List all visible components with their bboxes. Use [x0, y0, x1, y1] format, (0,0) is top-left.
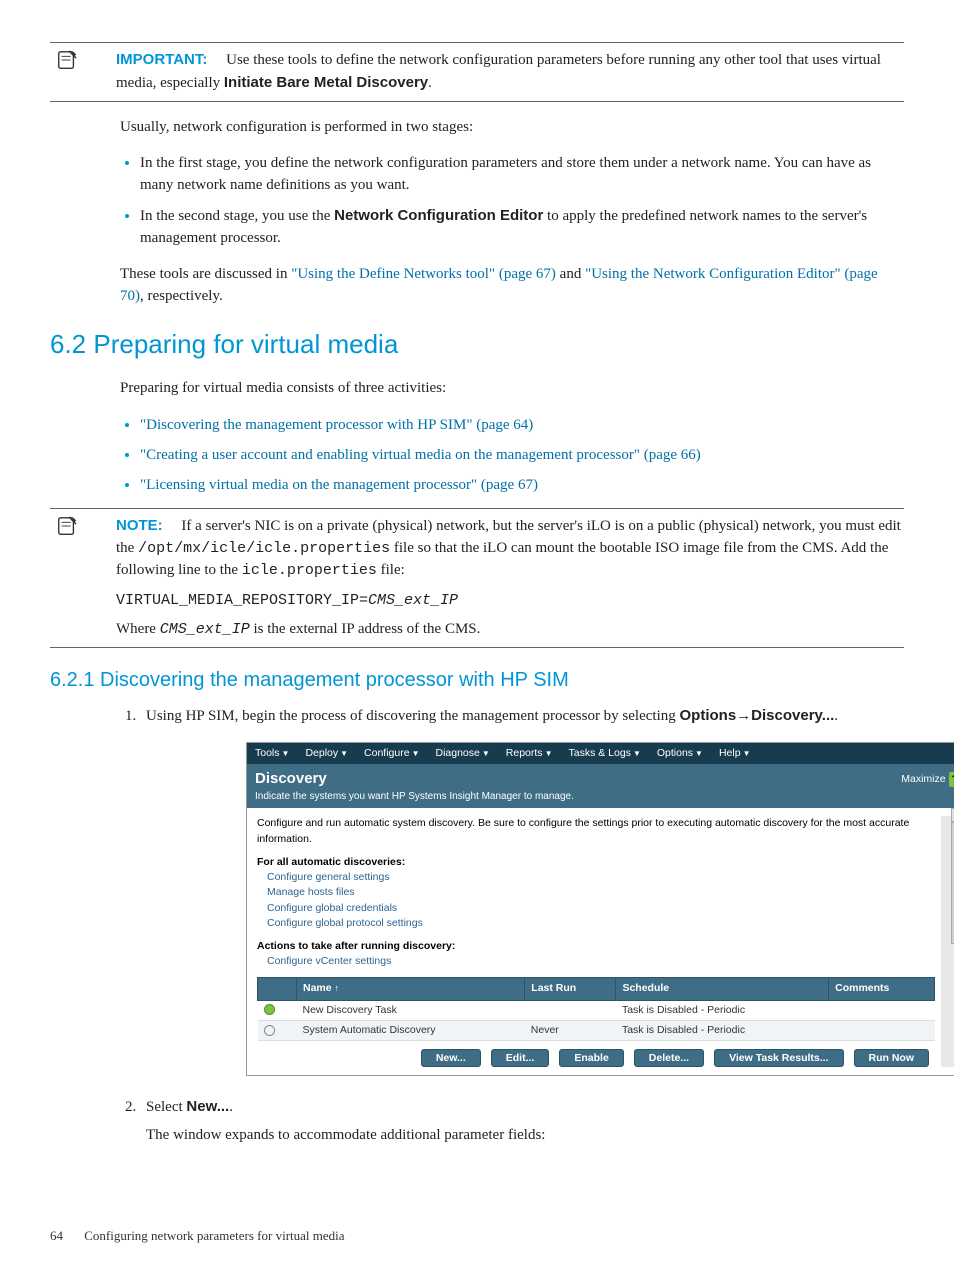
radio-selected-icon[interactable]	[264, 1004, 275, 1015]
link-global-protocol[interactable]: Configure global protocol settings	[267, 916, 935, 931]
col-comments[interactable]: Comments	[829, 978, 935, 1000]
note-icon	[50, 49, 116, 95]
note-icon	[50, 515, 116, 641]
step-2: Select New.... The window expands to acc…	[140, 1096, 904, 1147]
important-text-suffix: .	[428, 75, 432, 91]
new-button[interactable]: New...	[421, 1049, 481, 1067]
menu-deploy[interactable]: Deploy▼	[297, 743, 356, 764]
tools-para: These tools are discussed in "Using the …	[120, 264, 904, 308]
intro-para: Usually, network configuration is perfor…	[120, 117, 904, 139]
delete-button[interactable]: Delete...	[634, 1049, 704, 1067]
activity-link-2[interactable]: "Creating a user account and enabling vi…	[140, 447, 701, 463]
sim-content: ▲ Configure and run automatic system dis…	[247, 808, 954, 1075]
run-now-button[interactable]: Run Now	[854, 1049, 930, 1067]
help-icon[interactable]: ?	[949, 772, 954, 787]
code-line-var: CMS_ext_IP	[368, 592, 458, 609]
important-callout: IMPORTANT: Use these tools to define the…	[50, 42, 904, 102]
maximize-link[interactable]: Maximize	[901, 772, 945, 787]
footer-title: Configuring network parameters for virtu…	[84, 1228, 344, 1243]
steps-list: Using HP SIM, begin the process of disco…	[120, 705, 904, 1146]
edit-button[interactable]: Edit...	[491, 1049, 550, 1067]
col-radio	[258, 978, 297, 1000]
table-row[interactable]: New Discovery Task Task is Disabled - Pe…	[258, 1000, 935, 1020]
link-general-settings[interactable]: Configure general settings	[267, 870, 935, 885]
block2-title: Actions to take after running discovery:	[257, 939, 935, 954]
col-name[interactable]: Name ↑	[297, 978, 525, 1000]
view-results-button[interactable]: View Task Results...	[714, 1049, 843, 1067]
sim-button-row: New... Edit... Enable Delete... View Tas…	[257, 1049, 935, 1067]
code-line-prefix: VIRTUAL_MEDIA_REPOSITORY_IP=	[116, 592, 368, 609]
note-label: NOTE:	[116, 517, 163, 534]
activity-link-1[interactable]: "Discovering the management processor wi…	[140, 417, 533, 433]
stage-bullets: In the first stage, you define the netwo…	[120, 153, 904, 249]
link-hosts-files[interactable]: Manage hosts files	[267, 885, 935, 900]
block1-title: For all automatic discoveries:	[257, 855, 935, 870]
enable-button[interactable]: Enable	[559, 1049, 623, 1067]
col-schedule[interactable]: Schedule	[616, 978, 829, 1000]
menu-tools[interactable]: Tools▼	[247, 743, 297, 764]
important-label: IMPORTANT:	[116, 51, 207, 68]
sim-titlebar: Discovery Indicate the systems you want …	[247, 764, 954, 808]
menu-configure[interactable]: Configure▼	[356, 743, 427, 764]
important-bold-tail: Initiate Bare Metal Discovery	[224, 74, 428, 91]
discovery-table: Name ↑ Last Run Schedule Comments New Di…	[257, 977, 935, 1041]
step-1: Using HP SIM, begin the process of disco…	[140, 705, 904, 1076]
menu-diagnose[interactable]: Diagnose▼	[428, 743, 498, 764]
link-vcenter-settings[interactable]: Configure vCenter settings	[267, 954, 935, 969]
sim-title: Discovery	[255, 768, 954, 790]
step-2-sub: The window expands to accommodate additi…	[146, 1125, 904, 1147]
page-footer: 64 Configuring network parameters for vi…	[50, 1227, 904, 1246]
stage-bullet-2: In the second stage, you use the Network…	[140, 205, 904, 250]
link-global-credentials[interactable]: Configure global credentials	[267, 901, 935, 916]
col-lastrun[interactable]: Last Run	[525, 978, 616, 1000]
page-number: 64	[50, 1228, 63, 1243]
sim-subtitle: Indicate the systems you want HP Systems…	[255, 790, 954, 805]
section-6-2-intro: Preparing for virtual media consists of …	[120, 378, 904, 400]
sim-screenshot: Tools▼ Deploy▼ Configure▼ Diagnose▼ Repo…	[246, 742, 954, 1076]
menu-reports[interactable]: Reports▼	[498, 743, 561, 764]
menu-help[interactable]: Help▼	[711, 743, 759, 764]
link-define-networks[interactable]: "Using the Define Networks tool" (page 6…	[291, 266, 556, 282]
section-6-2-1-heading: 6.2.1 Discovering the management process…	[50, 666, 904, 695]
section-6-2-heading: 6.2 Preparing for virtual media	[50, 326, 904, 364]
activity-link-3[interactable]: "Licensing virtual media on the manageme…	[140, 477, 538, 493]
note-callout: NOTE: If a server's NIC is on a private …	[50, 508, 904, 648]
menu-options[interactable]: Options▼	[649, 743, 711, 764]
sim-menubar: Tools▼ Deploy▼ Configure▼ Diagnose▼ Repo…	[247, 743, 954, 764]
menu-tasks[interactable]: Tasks & Logs▼	[560, 743, 648, 764]
sim-desc: Configure and run automatic system disco…	[257, 816, 935, 846]
stage-bullet-1: In the first stage, you define the netwo…	[140, 153, 904, 197]
sort-up-icon: ↑	[335, 983, 340, 993]
radio-unselected-icon[interactable]	[264, 1025, 275, 1036]
activities-list: "Discovering the management processor wi…	[120, 415, 904, 496]
table-row[interactable]: System Automatic Discovery Never Task is…	[258, 1020, 935, 1040]
